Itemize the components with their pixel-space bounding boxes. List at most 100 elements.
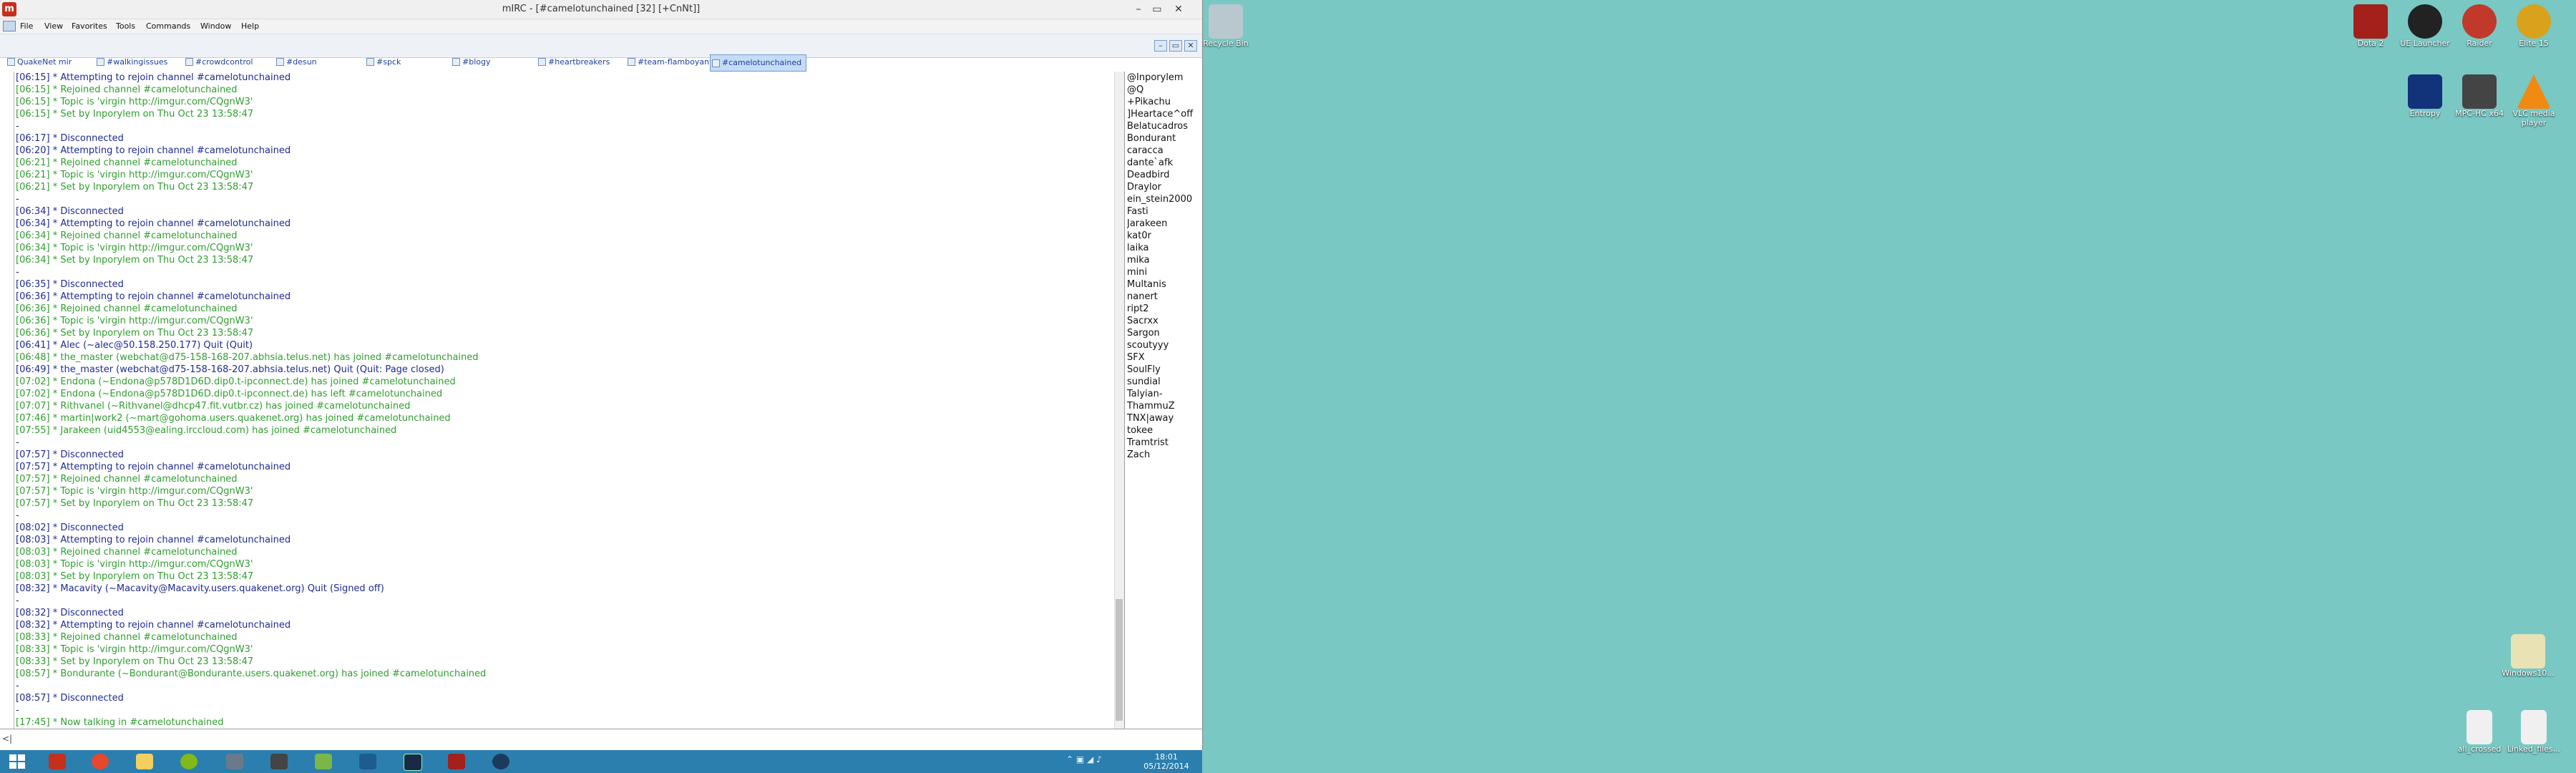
nick-item[interactable]: @Inporylem	[1127, 72, 1199, 84]
start-button[interactable]	[0, 752, 34, 772]
mdi-minimize-button[interactable]: –	[1154, 40, 1167, 52]
nick-item[interactable]: ThammuZ	[1127, 400, 1199, 412]
channel-icon	[628, 58, 635, 66]
nick-item[interactable]: laika	[1127, 242, 1199, 254]
tab-label: #heartbreakers	[548, 57, 610, 67]
menu-commands[interactable]: Commands	[146, 21, 190, 31]
tab-label: #spck	[376, 57, 401, 67]
menu-tools[interactable]: Tools	[116, 21, 135, 31]
nicklist[interactable]: @Inporylem @Q +Pikachu]Heartace^off Belatuc…	[1127, 72, 1199, 729]
chat-scrollbar-thumb[interactable]	[1116, 599, 1123, 721]
system-tray[interactable]: ⌃ ▣ ◢ ♪	[1066, 754, 1102, 764]
nick-item[interactable]: ]Heartace^off	[1127, 108, 1199, 120]
menu-help[interactable]: Help	[241, 21, 259, 31]
nick-item[interactable]: dante`afk	[1127, 157, 1199, 169]
chat-line: -	[16, 194, 19, 205]
minimize-button[interactable]: –	[1131, 3, 1146, 16]
taskbar-app-5[interactable]	[218, 752, 252, 772]
chat-line: [06:36] * Set by Inporylem on Thu Oct 23…	[16, 328, 254, 339]
nick-item[interactable]: Jarakeen	[1127, 218, 1199, 230]
chat-line: [06:21] * Topic is 'virgin http://imgur.…	[16, 170, 253, 180]
menu-file[interactable]: File	[20, 21, 33, 31]
nick-item[interactable]: Deadbird	[1127, 169, 1199, 181]
taskbar-app-8[interactable]	[351, 752, 385, 772]
nick-item[interactable]: caracca	[1127, 145, 1199, 157]
taskbar-app-6[interactable]	[262, 752, 296, 772]
nick-item[interactable]: +Pikachu	[1127, 96, 1199, 108]
desktop-icon-recycle-bin[interactable]: Recycle Bin	[1194, 4, 1258, 48]
chat-log[interactable]: [06:15] * Attempting to rejoin channel #…	[16, 72, 1114, 727]
chat-line: -	[16, 510, 19, 521]
nick-item[interactable]: @Q	[1127, 84, 1199, 96]
taskbar-spotify[interactable]	[172, 752, 206, 772]
taskbar-steam[interactable]	[484, 752, 518, 772]
tab-heartbreakers[interactable]: #heartbreakers	[537, 54, 610, 71]
menu-window[interactable]: Window	[200, 21, 231, 31]
chat-line: [06:34] * Disconnected	[16, 206, 124, 217]
nick-item[interactable]: nanert	[1127, 291, 1199, 303]
window-menu-icon[interactable]	[3, 21, 16, 31]
nick-item[interactable]: Sargon	[1127, 327, 1199, 339]
title-bar[interactable]: m mIRC - [#camelotunchained [32] [+CnNt]…	[0, 0, 1202, 19]
chat-line: [07:55] * Jarakeen (uid4553@ealing.irccl…	[16, 425, 397, 436]
chat-line: [08:33] * Set by Inporylem on Thu Oct 23…	[16, 656, 254, 667]
nick-item[interactable]: scoutyyy	[1127, 339, 1199, 351]
taskbar-chrome[interactable]	[83, 752, 117, 772]
nick-item[interactable]: Tramtrist	[1127, 437, 1199, 449]
desktop-icon-elite[interactable]: Elite 15	[2502, 4, 2566, 48]
chat-line: [08:03] * Attempting to rejoin channel #…	[16, 535, 291, 545]
taskbar-mirc[interactable]	[40, 752, 74, 772]
menu-favorites[interactable]: Favorites	[72, 21, 107, 31]
desktop-icon-linked-files[interactable]: Linked_files...	[2502, 710, 2566, 754]
tab-quakenet[interactable]: QuakeNet mir	[6, 54, 72, 71]
nick-item[interactable]: Talyian-	[1127, 388, 1199, 400]
tab-crowdcontrol[interactable]: #crowdcontrol	[184, 54, 253, 71]
chat-line: -	[16, 681, 19, 691]
chat-line: [06:17] * Disconnected	[16, 133, 124, 144]
maximize-button[interactable]: ▭	[1149, 3, 1165, 16]
nick-item[interactable]: SoulFly	[1127, 364, 1199, 376]
tab-walkingissues[interactable]: #walkingissues	[95, 54, 167, 71]
nick-item[interactable]: tokee	[1127, 424, 1199, 437]
nick-item[interactable]: TNX|away	[1127, 412, 1199, 424]
taskbar-dota2[interactable]	[439, 752, 474, 772]
desktop-icon-windows10[interactable]: Windows10...	[2496, 634, 2560, 678]
clock[interactable]: 18:01 05/12/2014	[1134, 752, 1199, 771]
steam-icon	[492, 754, 509, 769]
mdi-restore-button[interactable]: ▭	[1169, 40, 1182, 52]
nick-item[interactable]: Zach	[1127, 449, 1199, 461]
tab-camelotunchained[interactable]: #camelotunchained	[710, 54, 807, 72]
nick-item[interactable]: SFX	[1127, 351, 1199, 364]
taskbar-app-7[interactable]	[306, 752, 341, 772]
window-title: mIRC - [#camelotunchained [32] [+CnNt]]	[502, 4, 701, 14]
close-button[interactable]: ✕	[1171, 3, 1186, 16]
nick-item[interactable]: Fasti	[1127, 205, 1199, 218]
tab-desun[interactable]: #desun	[275, 54, 317, 71]
tab-team-flamboyant[interactable]: #team-flamboyant	[626, 54, 712, 71]
tab-spck[interactable]: #spck	[365, 54, 401, 71]
nick-item[interactable]: mini	[1127, 266, 1199, 278]
chat-line: [07:57] * Rejoined channel #camelotuncha…	[16, 474, 238, 485]
taskbar-explorer[interactable]	[127, 752, 162, 772]
tab-blogy[interactable]: #blogy	[451, 54, 490, 71]
nick-item[interactable]: Draylor	[1127, 181, 1199, 193]
nick-item[interactable]: Multanis	[1127, 278, 1199, 291]
nick-item[interactable]: Sacrxx	[1127, 315, 1199, 327]
message-input[interactable]	[17, 732, 1194, 748]
nick-item[interactable]: ript2	[1127, 303, 1199, 315]
taskbar-app-9[interactable]	[395, 752, 429, 772]
nick-item[interactable]: mika	[1127, 254, 1199, 266]
desktop-icon-vlc[interactable]: VLC media player	[2502, 74, 2566, 127]
nick-item[interactable]: Belatucadros	[1127, 120, 1199, 132]
chat-line: [07:07] * Rithvanel (~Rithvanel@dhcp47.f…	[16, 401, 411, 412]
tab-label: #camelotunchained	[722, 58, 802, 67]
nick-item[interactable]: ein_stein2000	[1127, 193, 1199, 205]
menu-view[interactable]: View	[44, 21, 63, 31]
nicklist-splitter[interactable]	[1124, 72, 1125, 729]
nick-item[interactable]: kat0r	[1127, 230, 1199, 242]
channel-icon	[712, 59, 720, 67]
app-icon	[404, 754, 422, 771]
spotify-icon	[180, 754, 197, 769]
nick-item[interactable]: Bondurant	[1127, 132, 1199, 145]
nick-item[interactable]: sundial	[1127, 376, 1199, 388]
